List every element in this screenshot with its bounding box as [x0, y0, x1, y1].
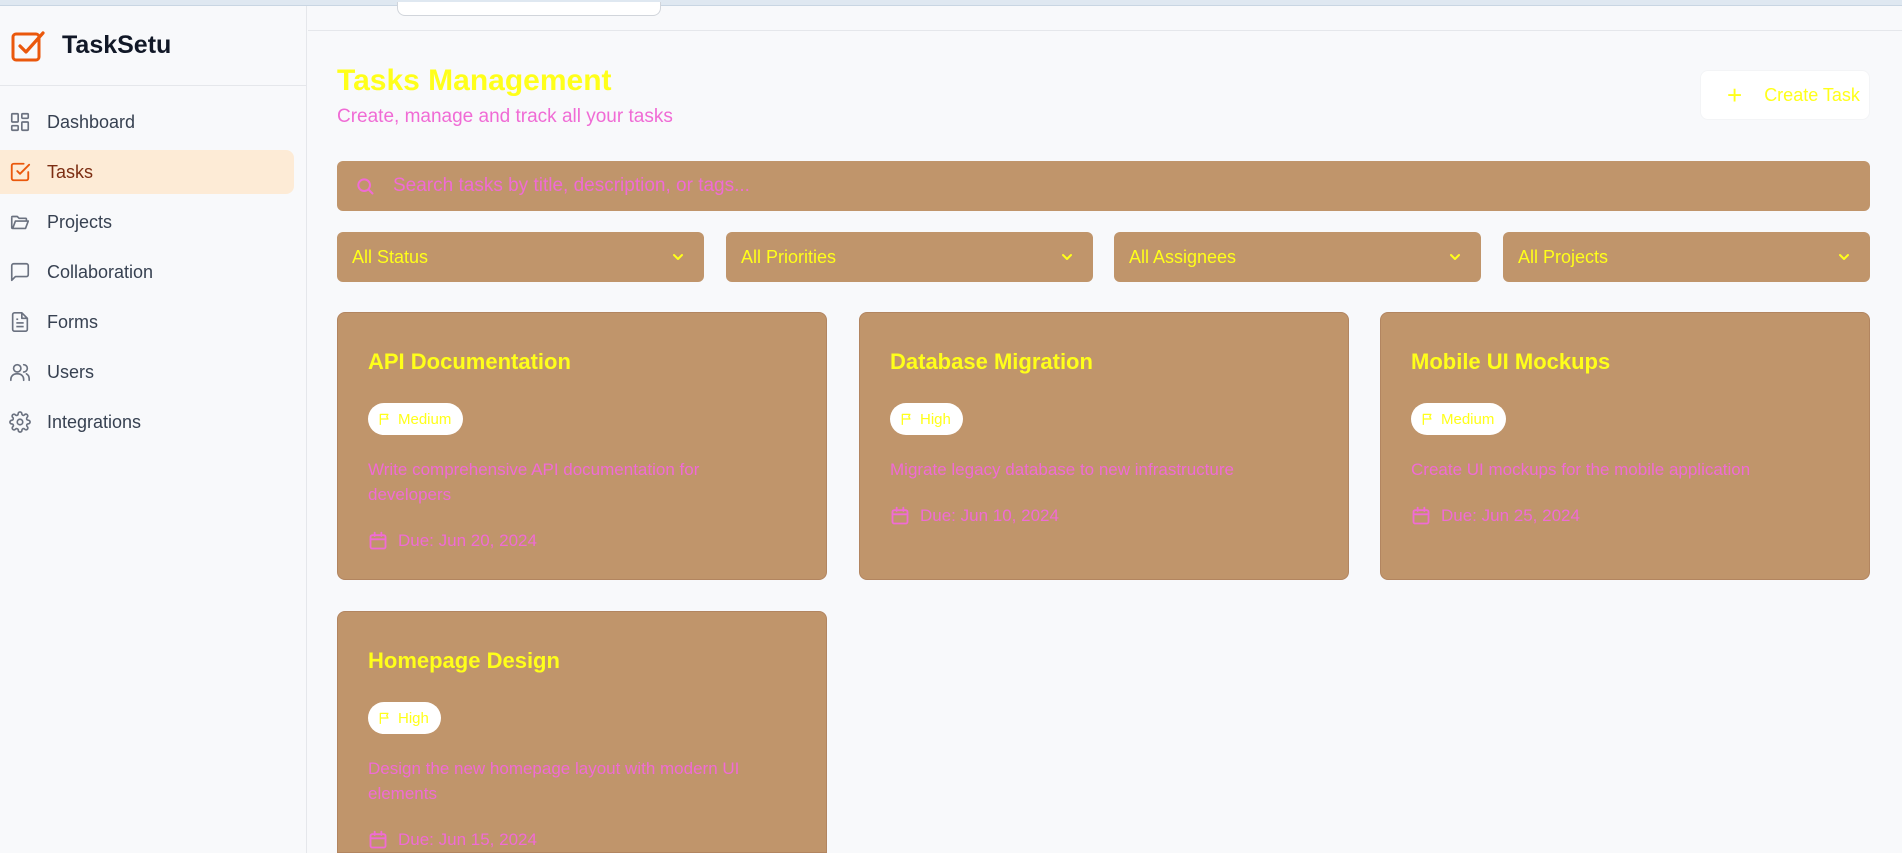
project-filter-select[interactable]: All Projects [1503, 232, 1870, 282]
chat-icon [8, 260, 32, 284]
sidebar-item-collaboration[interactable]: Collaboration [0, 250, 294, 294]
task-card[interactable]: API Documentation Medium Write comprehen… [337, 312, 827, 580]
sidebar-item-tasks[interactable]: Tasks [0, 150, 294, 194]
priority-badge: Medium [368, 403, 464, 435]
due-date-text: Due: Jun 15, 2024 [398, 830, 537, 849]
dashboard-icon [8, 110, 32, 134]
calendar-icon [891, 506, 909, 525]
task-description: Migrate legacy database to new infrastru… [890, 460, 1234, 479]
calendar-icon [1412, 506, 1430, 525]
sidebar-nav: Dashboard Tasks Projects Collaboration F… [0, 86, 306, 444]
checkbox-logo-icon [11, 30, 45, 61]
main-content: Tasks Management Create, manage and trac… [308, 2, 1902, 853]
project-filter-value: All Projects [1518, 246, 1609, 267]
sidebar-item-label: Dashboard [47, 111, 136, 132]
page-subtitle: Create, manage and track all your tasks [337, 106, 673, 127]
due-date: Due: Jun 25, 2024 [1411, 506, 1580, 526]
sidebar-item-integrations[interactable]: Integrations [0, 400, 294, 444]
sidebar-item-label: Collaboration [47, 261, 154, 282]
priority-filter-select[interactable]: All Priorities [726, 232, 1093, 282]
assignee-filter-select[interactable]: All Assignees [1114, 232, 1481, 282]
flag-icon [379, 712, 389, 724]
chevron-down-icon [673, 254, 683, 260]
document-icon [8, 310, 32, 334]
priority-label: High [398, 709, 429, 727]
sidebar-item-label: Tasks [47, 161, 94, 182]
sidebar-item-users[interactable]: Users [0, 350, 294, 394]
priority-label: High [920, 410, 951, 428]
sidebar-item-label: Forms [47, 311, 98, 332]
chevron-down-icon [1062, 254, 1072, 260]
flag-icon [379, 413, 389, 425]
priority-badge: High [368, 702, 441, 734]
folder-icon [8, 210, 32, 234]
gear-icon [8, 410, 32, 434]
due-date-text: Due: Jun 25, 2024 [1441, 506, 1580, 525]
sidebar-item-label: Projects [47, 211, 113, 232]
create-task-label: Create Task [1764, 84, 1860, 105]
tasks-icon [8, 160, 32, 184]
task-title: API Documentation [368, 349, 571, 374]
due-date: Due: Jun 10, 2024 [890, 506, 1059, 526]
brand[interactable]: TaskSetu [0, 6, 306, 86]
due-date: Due: Jun 15, 2024 [368, 830, 537, 850]
sidebar-item-dashboard[interactable]: Dashboard [0, 100, 294, 144]
status-filter-value: All Status [352, 246, 429, 267]
assignee-filter-value: All Assignees [1129, 246, 1237, 267]
top-bar [308, 2, 1902, 31]
search-icon [355, 175, 377, 197]
priority-badge: High [890, 403, 963, 435]
task-description: Create UI mockups for the mobile applica… [1411, 460, 1751, 479]
flag-icon [1422, 413, 1432, 425]
due-date-text: Due: Jun 20, 2024 [398, 531, 537, 550]
filter-bar: All Status All Priorities All Assignees … [337, 232, 1870, 282]
task-search-bar[interactable] [337, 161, 1870, 211]
sidebar-item-forms[interactable]: Forms [0, 300, 294, 344]
priority-label: Medium [398, 410, 452, 428]
top-search-field[interactable] [397, 2, 661, 16]
sidebar: TaskSetu Dashboard Tasks Projects Collab… [0, 6, 307, 853]
task-card[interactable]: Database Migration High Migrate legacy d… [859, 312, 1349, 580]
priority-badge: Medium [1411, 403, 1507, 435]
chevron-down-icon [1839, 254, 1849, 260]
sidebar-item-projects[interactable]: Projects [0, 200, 294, 244]
task-title: Homepage Design [368, 648, 560, 673]
calendar-icon [369, 830, 387, 849]
status-filter-select[interactable]: All Status [337, 232, 704, 282]
users-icon [8, 360, 32, 384]
task-description: Write comprehensive API documentation fo… [368, 460, 700, 504]
sidebar-item-label: Integrations [47, 411, 142, 432]
task-card[interactable]: Mobile UI Mockups Medium Create UI mocku… [1380, 312, 1870, 580]
page-title: Tasks Management [337, 64, 612, 97]
create-task-button[interactable]: + Create Task [1700, 70, 1870, 120]
priority-label: Medium [1441, 410, 1495, 428]
priority-filter-value: All Priorities [741, 246, 837, 267]
flag-icon [901, 413, 911, 425]
due-date-text: Due: Jun 10, 2024 [920, 506, 1059, 525]
app-name: TaskSetu [62, 31, 172, 59]
calendar-icon [369, 531, 387, 550]
task-card[interactable]: Homepage Design High Design the new home… [337, 611, 827, 853]
task-title: Database Migration [890, 349, 1093, 374]
task-title: Mobile UI Mockups [1411, 349, 1611, 374]
search-input[interactable] [393, 175, 1793, 197]
due-date: Due: Jun 20, 2024 [368, 531, 537, 551]
task-description: Design the new homepage layout with mode… [368, 759, 740, 803]
plus-icon: + [1727, 80, 1743, 110]
sidebar-item-label: Users [47, 361, 95, 382]
chevron-down-icon [1450, 254, 1460, 260]
